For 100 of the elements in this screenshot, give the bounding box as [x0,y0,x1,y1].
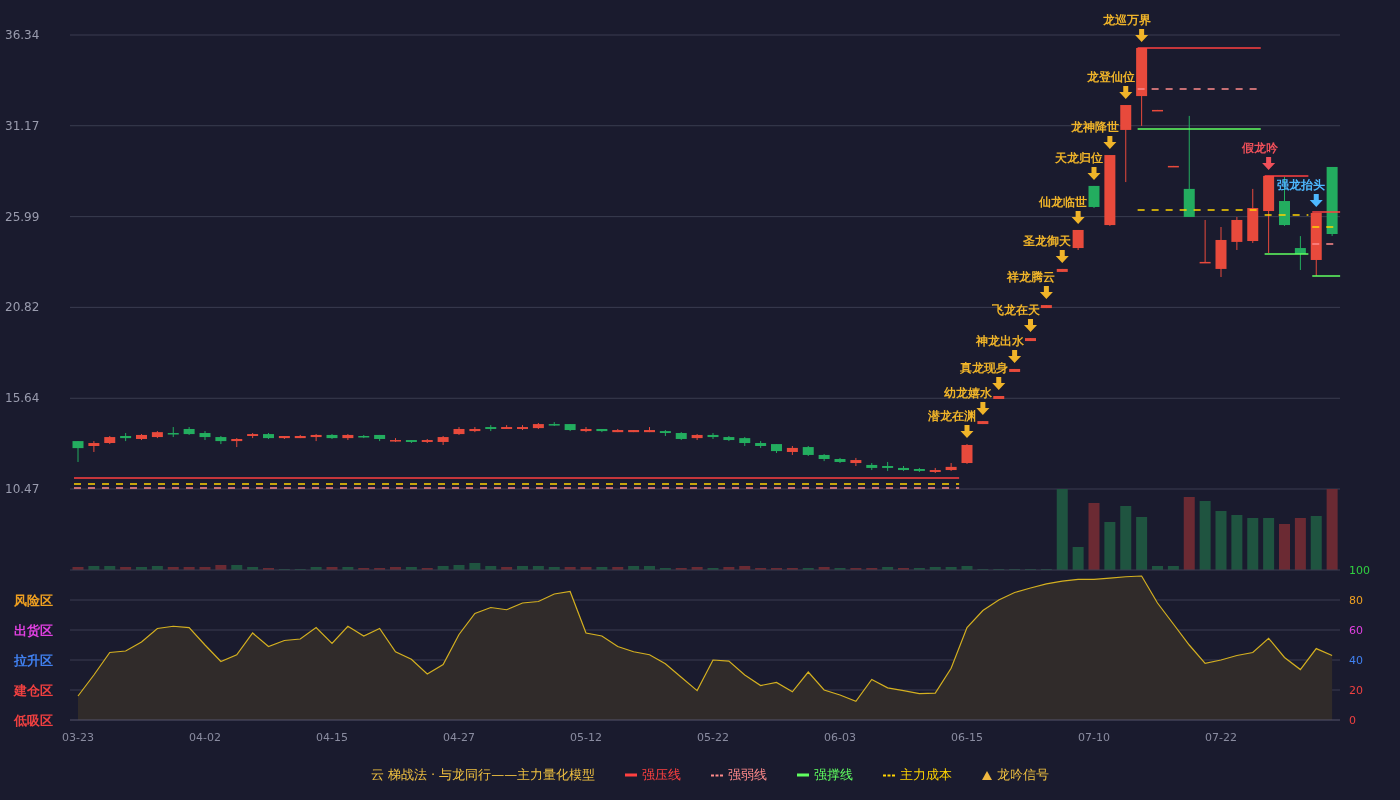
volume-bar [548,567,560,570]
candlestick [1310,212,1322,277]
candlestick [786,445,798,456]
down-arrow-icon [1103,136,1117,150]
volume-bar [136,567,147,570]
axis-label: 25.99 [5,209,40,224]
date-label: 04-15 [316,731,348,744]
candlestick [517,424,528,431]
candlestick [215,435,227,445]
volume-bar [1167,566,1179,570]
axis-label: 36.34 [5,28,40,42]
candlestick [374,434,386,442]
candlestick [850,457,862,467]
signal-label: 仙龙临世 [1039,194,1088,209]
volume-bar [691,567,703,570]
volume-bar [390,567,401,570]
down-arrow-icon [1039,286,1053,300]
axis-label: 0 [1349,714,1356,727]
candlestick [263,432,274,440]
candlestick [1040,304,1052,309]
down-arrow-icon [1055,249,1069,263]
legend-title: 云 梯战法 · 与龙同行——主力量化模型 [370,766,596,784]
volume-bar [326,567,338,570]
volume-bar [628,566,640,570]
candlestick [1215,226,1227,278]
volume-bar [1104,522,1116,570]
down-arrow-icon [1024,319,1037,333]
candlestick [1088,185,1100,209]
signal-label: 圣龙御天 [1023,233,1072,248]
signal-label: 天龙归位 [1055,150,1103,165]
volume-bar [151,566,163,570]
axis-label: 20 [1349,684,1363,697]
volume-bar [501,567,513,570]
volume-bar [167,567,179,570]
candlestick [167,426,179,438]
candlestick [628,429,640,433]
date-label: 04-02 [189,731,221,744]
date-label: 06-15 [951,731,983,744]
candlestick [1294,235,1306,271]
volume-bar [1152,566,1163,570]
volume-bar [342,567,354,570]
candlestick [183,426,195,436]
candlestick [659,429,671,437]
candlestick [564,423,576,432]
candlestick [755,440,767,449]
candlestick [437,435,449,446]
axis-label: 100 [1349,564,1370,577]
candlestick [120,432,132,442]
volume-bar [961,566,973,570]
legend-label: 强压线 [642,766,682,784]
candlestick [1072,229,1084,251]
volume-bar [199,567,211,570]
candlestick [707,432,719,440]
volume-bar [739,566,751,570]
volume-bar [72,567,84,570]
down-arrow-icon [1087,166,1101,180]
signal-label: 真龙现身 [959,361,1008,375]
candlestick [88,440,100,453]
signal-label: 龙神降世 [1070,120,1119,135]
date-label: 05-12 [570,731,602,744]
candlestick [310,433,322,442]
candlestick [532,422,544,430]
candlestick [1231,216,1243,251]
legend-label: 强撑线 [814,766,854,784]
candlestick [199,430,211,441]
volume-bar [485,566,497,570]
candlestick [691,433,703,441]
volume-bar [469,563,481,570]
volume-bar [453,565,465,570]
candlestick [247,432,259,439]
candlestick [644,426,655,433]
volume-bar [104,566,116,570]
candlestick [1025,337,1036,342]
candlestick [453,426,465,436]
volume-bar [882,567,894,570]
volume-bar [1263,518,1275,570]
candlestick [802,445,814,457]
candlestick [231,437,243,448]
down-arrow-icon [960,425,974,439]
signal-label: 龙登仙位 [1086,70,1135,84]
volume-bar [929,567,941,570]
date-label: 04-27 [443,731,475,744]
candlestick [866,462,878,471]
candlestick [136,433,147,441]
axis-label: 20.82 [5,300,40,315]
volume-bar [1310,516,1322,570]
candlestick [151,430,163,439]
candlestick [469,426,481,433]
candlestick [1152,109,1163,112]
axis-label: 15.64 [5,391,40,406]
volume-bar [1294,518,1306,570]
down-arrow-icon [1262,156,1276,170]
volume-bar [818,567,830,570]
date-label: 07-10 [1078,731,1110,744]
signal-label: 幼龙嬉水 [943,386,992,401]
signal-label: 神龙出水 [975,333,1024,348]
volume-bar [580,567,592,570]
volume-bar [1215,511,1227,570]
candlestick [278,435,290,440]
candlestick [739,436,751,447]
